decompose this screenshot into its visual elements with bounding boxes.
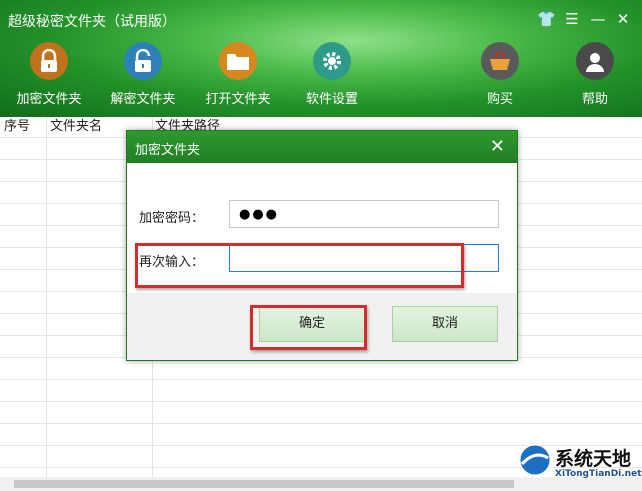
toolbar-decrypt-folder[interactable]: 解密文件夹 (103, 42, 183, 107)
toolbar-label: 解密文件夹 (110, 92, 176, 107)
gear-icon (313, 42, 351, 80)
user-icon (576, 42, 614, 80)
folder-icon (219, 42, 257, 80)
minimize-button[interactable]: — (589, 10, 607, 28)
menu-icon[interactable]: ☰ (563, 10, 581, 28)
lock-icon (30, 42, 68, 80)
toolbar-label: 打开文件夹 (205, 92, 271, 107)
toolbar-label: 购买 (486, 92, 513, 107)
basket-icon (481, 42, 519, 80)
toolbar-buy[interactable]: 购买 (460, 42, 540, 107)
watermark-brand: 系统天地 (555, 448, 632, 470)
table-row[interactable] (0, 379, 642, 402)
toolbar-encrypt-folder[interactable]: 加密文件夹 (9, 42, 89, 107)
toolbar-label: 加密文件夹 (16, 92, 82, 107)
close-button[interactable]: ✕ (614, 10, 632, 28)
table-row[interactable] (0, 401, 642, 424)
scrollbar-thumb[interactable] (14, 480, 514, 488)
highlight-ok-button (250, 305, 367, 350)
toolbar-settings[interactable]: 软件设置 (292, 42, 372, 107)
password-value: ●●● (239, 207, 280, 222)
dialog-close-button[interactable]: ✕ (490, 136, 505, 157)
watermark-url: XiTongTianDi.net (555, 469, 642, 479)
header-bar: 超级秘密文件夹（试用版） 👕 ☰ — ✕ 加密文件夹 解密文件夹 打开文件夹 软… (0, 0, 642, 117)
toolbar-label: 软件设置 (305, 92, 358, 107)
dialog-title: 加密文件夹 (135, 143, 201, 158)
dialog-titlebar: 加密文件夹 ✕ (127, 131, 517, 163)
password-label: 加密密码： (139, 211, 205, 226)
unlock-icon (124, 42, 162, 80)
toolbar-label: 帮助 (581, 92, 608, 107)
highlight-confirm-input (135, 243, 464, 288)
password-field[interactable]: ●●● (229, 200, 499, 228)
toolbar-help[interactable]: 帮助 (555, 42, 635, 107)
skin-icon[interactable]: 👕 (537, 10, 556, 28)
window-title: 超级秘密文件夹（试用版） (8, 14, 176, 30)
cancel-button[interactable]: 取消 (392, 306, 498, 342)
globe-icon (519, 444, 551, 476)
toolbar-open-folder[interactable]: 打开文件夹 (198, 42, 278, 107)
app-window: 超级秘密文件夹（试用版） 👕 ☰ — ✕ 加密文件夹 解密文件夹 打开文件夹 软… (0, 0, 642, 491)
watermark-logo: 系统天地 XiTongTianDi.net (515, 440, 642, 480)
